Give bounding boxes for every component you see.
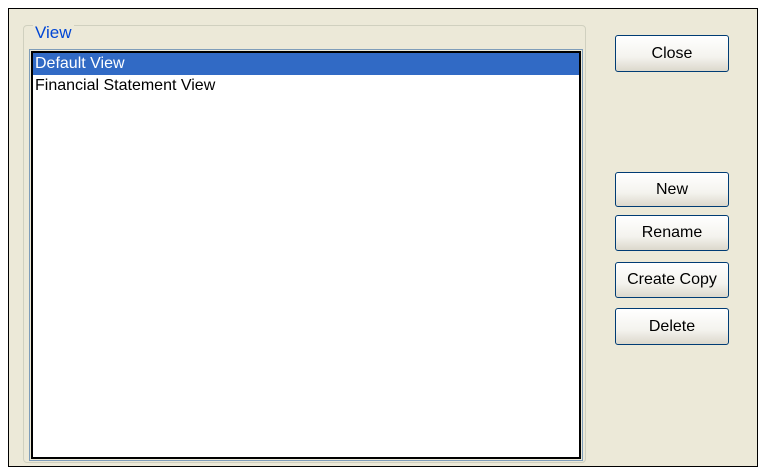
list-item-default-view[interactable]: Default View xyxy=(33,53,579,75)
views-listbox[interactable]: Default View Financial Statement View xyxy=(29,49,583,461)
view-group-label: View xyxy=(33,23,74,42)
list-item-financial-statement-view[interactable]: Financial Statement View xyxy=(33,75,579,97)
rename-button[interactable]: Rename xyxy=(615,215,729,251)
close-button[interactable]: Close xyxy=(615,35,729,72)
view-manager-dialog: View Default View Financial Statement Vi… xyxy=(8,8,758,467)
delete-button[interactable]: Delete xyxy=(615,308,729,345)
new-button[interactable]: New xyxy=(615,172,729,207)
create-copy-button[interactable]: Create Copy xyxy=(615,262,729,298)
